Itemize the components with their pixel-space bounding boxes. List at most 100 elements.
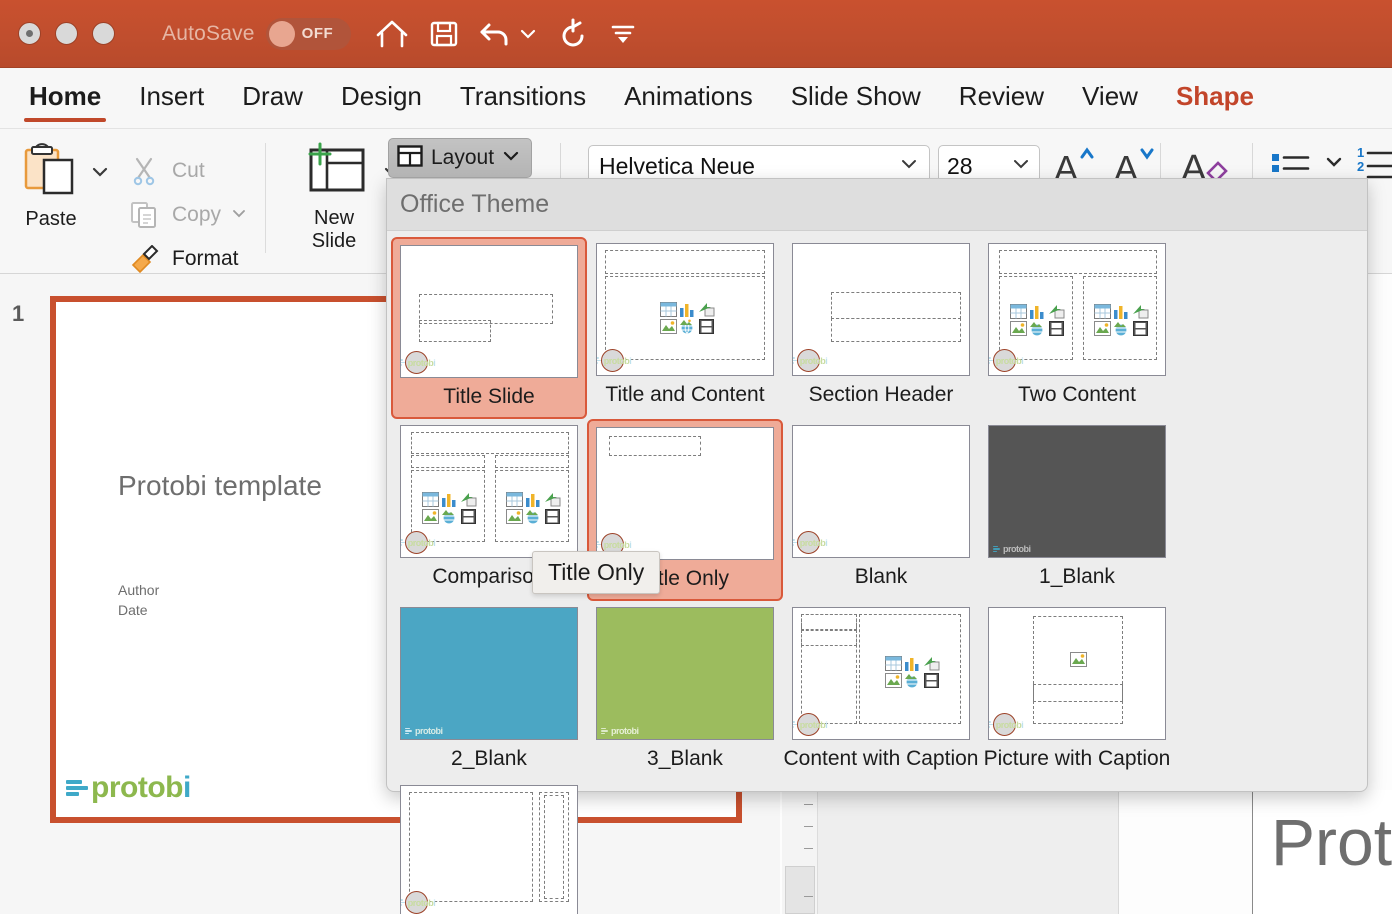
copy-button[interactable]: Copy [126,193,247,237]
picture-icon [506,509,523,524]
autosave-toggle-knob [268,20,295,47]
layout-option-title-slide[interactable]: protobi Title Slide [391,237,587,419]
content-placeholder-icons [1094,304,1149,336]
font-size-value: 28 [947,152,973,179]
tab-draw[interactable]: Draw [223,68,322,120]
customize-toolbar-icon[interactable] [609,21,637,47]
protobi-logo: protobi [993,544,1031,554]
cut-button[interactable]: Cut [126,149,247,193]
layout-chevron-down-icon[interactable] [502,149,520,167]
smartart-icon [1132,304,1149,319]
tab-slide-show[interactable]: Slide Show [772,68,940,120]
slide-title-text: Protobi template [118,470,322,501]
layout-thumbnail: protobi [596,607,774,740]
layout-tooltip: Title Only [532,551,661,594]
tab-view[interactable]: View [1063,68,1157,120]
bulleted-list-chevron-down-icon[interactable] [1324,155,1344,174]
layout-thumbnail: protobi [596,427,774,560]
paste-button[interactable]: Paste [14,137,88,231]
tab-transitions[interactable]: Transitions [441,68,605,120]
layout-option-content-with-caption[interactable]: protobi Content with Caption [783,601,979,779]
video-icon [698,319,715,334]
save-icon[interactable] [429,19,459,49]
ribbon-tabs: Home Insert Draw Design Transitions Anim… [0,68,1392,129]
video-icon [923,673,940,688]
layout-thumbnail: protobi [400,785,578,914]
tab-insert[interactable]: Insert [120,68,223,120]
layout-gallery-header: Office Theme [387,179,1367,231]
online-picture-icon [679,319,696,335]
tab-shape[interactable]: Shape [1157,68,1273,120]
layout-option-1-blank[interactable]: protobi 1_Blank [979,419,1175,601]
smartart-icon [923,656,940,671]
window-controls [18,22,115,45]
autosave-state-label: OFF [301,25,334,42]
picture-icon [422,509,439,524]
new-slide-button[interactable]: New Slide [288,141,380,253]
protobi-logo: protobi [405,726,443,736]
minimize-button[interactable] [55,22,78,45]
layout-button[interactable]: Layout [388,138,532,178]
font-family-chevron-down-icon[interactable] [899,157,919,176]
protobi-logo: protobi [989,713,1024,736]
layout-option-label: Content with Caption [783,747,979,770]
tab-review[interactable]: Review [940,68,1063,120]
table-icon [1094,304,1111,319]
window-titlebar: AutoSave OFF [0,0,1392,68]
new-slide-icon [296,141,372,202]
home-icon[interactable] [375,18,409,50]
undo-dropdown-chevron-icon[interactable] [519,27,537,41]
font-size-chevron-down-icon[interactable] [1011,157,1031,176]
picture-icon [885,673,902,688]
smartart-icon [1048,304,1065,319]
picture-icon [660,319,677,334]
layout-option-label: 2_Blank [451,747,527,770]
slide-author-text: Author [118,582,160,598]
tab-animations[interactable]: Animations [605,68,772,120]
chart-icon [1029,304,1046,319]
layout-option-3-blank[interactable]: protobi 3_Blank [587,601,783,779]
table-icon [422,492,439,507]
table-icon [885,656,902,671]
video-icon [544,509,561,524]
autosave-toggle[interactable]: OFF [265,17,351,50]
smartart-icon [460,492,477,507]
layout-option-section-header[interactable]: protobi Section Header [783,237,979,419]
chart-icon [679,302,696,317]
layout-thumbnail: protobi [792,425,970,558]
chart-icon [904,656,921,671]
layout-option-vertical-title-and-text[interactable]: protobi Vertical Title and Text [391,779,587,914]
layout-option-blank[interactable]: protobi Blank [783,419,979,601]
undo-icon[interactable] [479,19,511,49]
layout-option-picture-with-caption[interactable]: protobi Picture with Caption [979,601,1175,779]
protobi-logo: protobi [401,351,436,374]
layout-thumbnail: protobi [400,425,578,558]
slide-date-text: Date [118,602,148,618]
close-button[interactable] [18,22,41,45]
layout-option-2-blank[interactable]: protobi 2_Blank [391,601,587,779]
protobi-logo: protobi [793,349,828,372]
layout-option-two-content[interactable]: protobi Two Content [979,237,1175,419]
layout-thumbnail: protobi [400,607,578,740]
font-family-value: Helvetica Neue [599,152,755,179]
copy-label: Copy [172,203,222,226]
svg-text:2: 2 [1357,159,1364,174]
layout-dropdown-panel: Office Theme protobi Title Slide protobi… [386,178,1368,914]
paste-dropdown-chevron-icon[interactable] [90,165,110,184]
maximize-button[interactable] [92,22,115,45]
content-placeholder-icons [506,492,561,524]
picture-icon [1070,652,1087,667]
layout-option-title-and-content[interactable]: protobi Title and Content [587,237,783,419]
layout-gallery-title: Office Theme [400,190,550,218]
tab-home[interactable]: Home [10,68,120,122]
quick-access-toolbar [375,18,637,50]
scissors-icon [126,156,162,186]
redo-icon[interactable] [557,18,589,50]
copy-dropdown-chevron-icon[interactable] [231,206,247,224]
protobi-logo-word-a: protob [91,771,183,804]
tab-design[interactable]: Design [322,68,441,120]
online-picture-icon [441,509,458,524]
protobi-logo: protobi [793,713,828,736]
layout-option-label: 3_Blank [647,747,723,770]
autosave-label: AutoSave [162,21,255,45]
